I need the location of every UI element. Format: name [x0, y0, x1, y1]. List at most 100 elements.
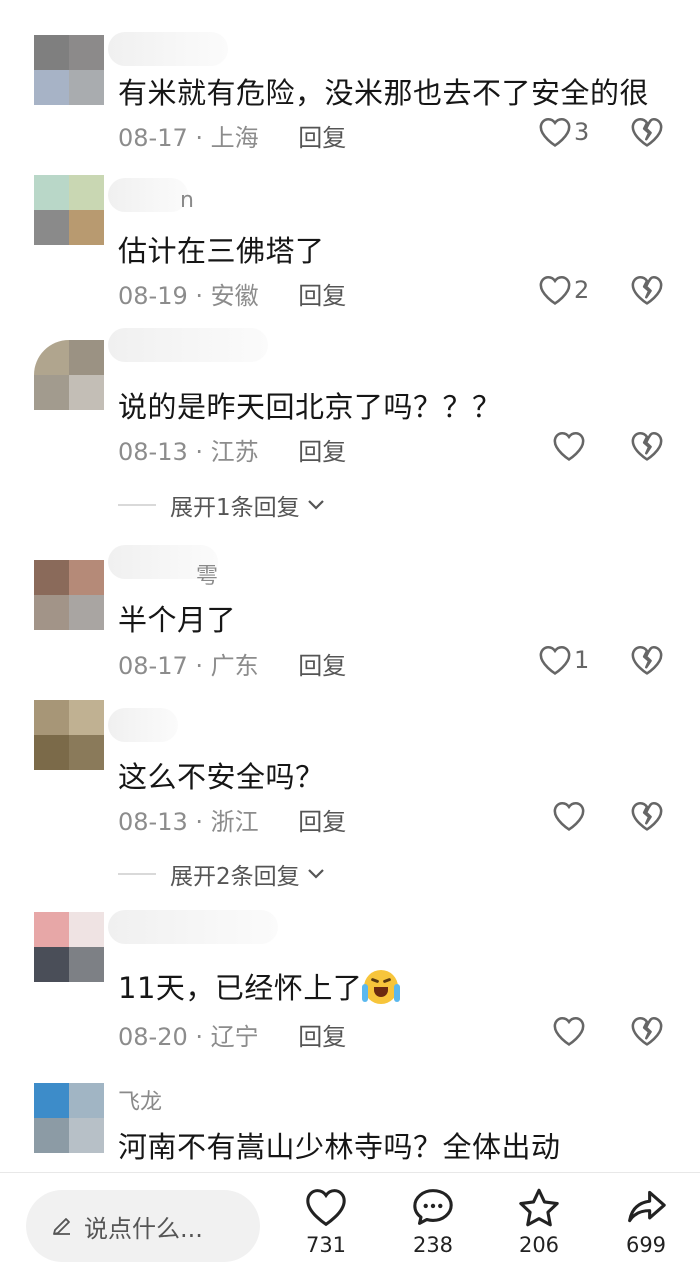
username-blurred[interactable] [108, 708, 178, 742]
comment-input[interactable]: 说点什么... [26, 1190, 260, 1262]
heart-icon [306, 1189, 346, 1227]
favorite-button[interactable]: 206 [499, 1187, 579, 1257]
comment-text: 河南不有嵩山少林寺吗？全体出动 [118, 1130, 561, 1164]
comment-meta: 08-20 · 辽宁 回复 [118, 1023, 347, 1051]
username-blurred[interactable] [108, 910, 278, 944]
like-post-button[interactable]: 731 [286, 1187, 366, 1257]
bottom-action-bar: 说点什么... 731 238 206 699 [0, 1172, 700, 1281]
username[interactable]: n [180, 188, 194, 213]
share-button[interactable]: 699 [606, 1187, 686, 1257]
comment-meta: 08-17 · 广东 回复 [118, 652, 347, 680]
avatar[interactable] [34, 35, 104, 105]
like-count: 731 [305, 1233, 347, 1257]
reply-button[interactable]: 回复 [298, 652, 346, 680]
like-button[interactable]: 1 [538, 644, 589, 676]
comment-date: 08-13 [118, 808, 188, 836]
heart-icon [553, 431, 585, 461]
avatar[interactable] [34, 560, 104, 630]
heart-icon [539, 275, 571, 305]
username[interactable]: 飞龙 [118, 1084, 162, 1116]
divider-line [118, 504, 156, 506]
avatar[interactable] [34, 175, 104, 245]
comment-text-content: 11天，已经怀上了 [118, 971, 363, 1005]
avatar[interactable] [34, 340, 104, 410]
username-blurred[interactable] [108, 328, 268, 362]
comment-text: 11天，已经怀上了 [118, 965, 401, 1007]
comment-location: 辽宁 [210, 1023, 259, 1051]
reply-button[interactable]: 回复 [298, 282, 346, 310]
comment-meta: 08-13 · 浙江 回复 [118, 808, 347, 836]
like-button[interactable]: 3 [538, 116, 589, 148]
share-arrow-icon [628, 1190, 666, 1223]
comment-text: 这么不安全吗？ [118, 760, 325, 794]
broken-heart-icon [631, 117, 663, 147]
broken-heart-icon [631, 645, 663, 675]
comment-text: 半个月了 [118, 603, 237, 637]
crying-laughing-emoji-icon [362, 970, 401, 1004]
chevron-down-icon [307, 869, 324, 879]
avatar[interactable] [34, 912, 104, 982]
comment-location: 浙江 [210, 808, 259, 836]
comment-date: 08-17 [118, 652, 188, 680]
username[interactable]: 雩 [196, 558, 218, 590]
dislike-button[interactable] [630, 430, 664, 466]
reply-button[interactable]: 回复 [298, 438, 346, 466]
expand-replies-button[interactable]: 展开1条回复 [118, 488, 326, 522]
share-count: 699 [625, 1233, 667, 1257]
dislike-button[interactable] [630, 116, 664, 152]
divider-line [118, 873, 156, 875]
comment-location: 安徽 [210, 282, 259, 310]
dislike-button[interactable] [630, 644, 664, 680]
expand-replies-button[interactable]: 展开2条回复 [118, 857, 326, 891]
comment-meta: 08-19 · 安徽 回复 [118, 282, 347, 310]
dislike-button[interactable] [630, 800, 664, 836]
like-count: 3 [574, 118, 590, 146]
like-button[interactable] [552, 800, 586, 832]
like-button[interactable] [552, 1015, 586, 1047]
dislike-button[interactable] [630, 274, 664, 310]
username-blurred[interactable] [108, 178, 188, 212]
broken-heart-icon [631, 275, 663, 305]
comment-meta: 08-13 · 江苏 回复 [118, 438, 347, 466]
star-icon [519, 1188, 559, 1227]
comment-date: 08-13 [118, 438, 188, 466]
reply-button[interactable]: 回复 [298, 808, 346, 836]
comment-text: 说的是昨天回北京了吗？？？ [118, 390, 502, 424]
comment-feed[interactable]: 有米就有危险，没米那也去不了安全的很 08-17 · 上海 回复 3 n 估计在… [0, 0, 700, 1172]
broken-heart-icon [631, 1016, 663, 1046]
heart-icon [553, 1016, 585, 1046]
comment-meta: 08-17 · 上海 回复 [118, 124, 347, 152]
comment-date: 08-17 [118, 124, 188, 152]
reply-button[interactable]: 回复 [298, 1023, 346, 1051]
comment-bubble-icon [413, 1189, 453, 1225]
comment-input-placeholder: 说点什么... [84, 1214, 203, 1243]
comment-text: 估计在三佛塔了 [118, 234, 325, 268]
like-count: 2 [574, 276, 590, 304]
heart-icon [539, 117, 571, 147]
comment-date: 08-20 [118, 1023, 188, 1051]
pencil-icon [53, 1218, 70, 1235]
comments-button[interactable]: 238 [393, 1187, 473, 1257]
reply-button[interactable]: 回复 [298, 124, 346, 152]
broken-heart-icon [631, 431, 663, 461]
like-count: 1 [574, 646, 590, 674]
comment-location: 上海 [210, 124, 259, 152]
comment-location: 广东 [210, 652, 259, 680]
expand-replies-label: 展开2条回复 [170, 864, 300, 890]
dislike-button[interactable] [630, 1015, 664, 1051]
chevron-down-icon [307, 500, 324, 510]
username-blurred[interactable] [108, 32, 228, 66]
avatar[interactable] [34, 700, 104, 770]
comment-text: 有米就有危险，没米那也去不了安全的很 [118, 76, 650, 110]
like-button[interactable]: 2 [538, 274, 589, 306]
broken-heart-icon [631, 801, 663, 831]
favorite-count: 206 [518, 1233, 560, 1257]
expand-replies-label: 展开1条回复 [170, 495, 300, 521]
heart-icon [539, 645, 571, 675]
comment-date: 08-19 [118, 282, 188, 310]
like-button[interactable] [552, 430, 586, 462]
avatar[interactable] [34, 1083, 104, 1153]
heart-icon [553, 801, 585, 831]
comment-location: 江苏 [210, 438, 259, 466]
comment-count: 238 [412, 1233, 454, 1257]
